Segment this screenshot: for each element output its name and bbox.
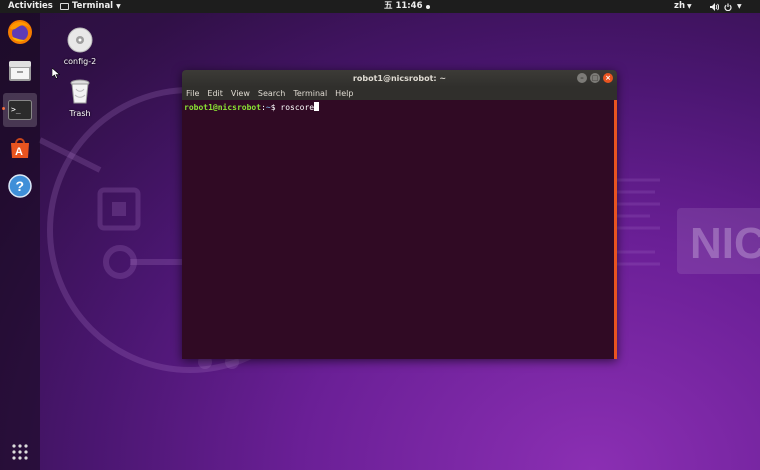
notification-dot-icon [425, 4, 430, 9]
desktop-icon-trash[interactable]: Trash [55, 79, 105, 118]
window-title: robot1@nicsrobot: ~ [352, 74, 447, 83]
disc-icon [67, 27, 93, 53]
top-bar: Activities Terminal ▼ 五 11:46 zh ▼ ▼ [0, 0, 760, 13]
prompt-user: robot1@nicsrobot [184, 103, 262, 112]
terminal-area[interactable]: robot1@nicsrobot:~$ roscore [182, 100, 614, 359]
app-menu[interactable]: Terminal ▼ [60, 0, 121, 13]
close-icon: × [605, 74, 611, 82]
window-titlebar[interactable]: robot1@nicsrobot: ~ – □ × [182, 70, 617, 87]
menu-edit[interactable]: Edit [207, 87, 223, 100]
mouse-pointer-icon [52, 68, 60, 79]
dock-item-terminal[interactable]: >_ [3, 93, 37, 127]
app-menu-label: Terminal [72, 1, 114, 11]
menu-search[interactable]: Search [258, 87, 285, 100]
clock-label: 五 11:46 [384, 1, 423, 11]
caret-down-icon: ▼ [116, 3, 121, 10]
caret-down-icon: ▼ [737, 3, 742, 10]
scrollbar[interactable] [614, 100, 617, 359]
input-method-menu[interactable]: zh ▼ [674, 0, 692, 13]
maximize-icon: □ [591, 74, 599, 82]
activities-button[interactable]: Activities [8, 0, 53, 13]
app-grid-icon [12, 444, 28, 460]
wallpaper-text: NIC [690, 219, 760, 268]
prompt-symbol: $ [270, 103, 276, 112]
minimize-icon: – [580, 74, 584, 82]
menu-view[interactable]: View [231, 87, 250, 100]
dock-item-firefox[interactable] [6, 18, 34, 46]
power-icon [724, 3, 732, 11]
menu-terminal[interactable]: Terminal [293, 87, 327, 100]
menu-help[interactable]: Help [335, 87, 353, 100]
desktop-icon-label: Trash [69, 109, 91, 118]
show-applications-button[interactable] [6, 438, 34, 466]
firefox-icon [8, 20, 32, 44]
command-text: roscore [280, 103, 315, 112]
maximize-button[interactable]: □ [590, 73, 600, 83]
terminal-icon [60, 3, 69, 10]
menu-file[interactable]: File [186, 87, 199, 100]
terminal-window[interactable]: robot1@nicsrobot: ~ – □ × File Edit View… [182, 70, 617, 359]
dock: >_ A ? [0, 13, 40, 470]
volume-icon [710, 2, 719, 11]
menu-bar: File Edit View Search Terminal Help [182, 87, 617, 100]
system-menu[interactable]: ▼ [710, 0, 742, 13]
svg-text:A: A [15, 146, 23, 158]
svg-text:?: ? [16, 178, 25, 194]
dock-item-help[interactable]: ? [6, 172, 34, 200]
caret-down-icon: ▼ [687, 3, 692, 10]
dock-item-software[interactable]: A [6, 134, 34, 162]
files-icon [9, 61, 31, 81]
desktop-icon-config-2[interactable]: config-2 [55, 27, 105, 66]
text-cursor [314, 102, 320, 111]
terminal-icon: >_ [8, 100, 32, 120]
help-icon: ? [8, 174, 32, 198]
trash-icon [70, 79, 90, 104]
software-icon: A [11, 138, 29, 158]
minimize-button[interactable]: – [577, 73, 587, 83]
svg-text:>_: >_ [11, 105, 21, 114]
input-method-label: zh [674, 1, 685, 11]
clock[interactable]: 五 11:46 [384, 0, 430, 13]
dock-item-files[interactable] [6, 57, 34, 85]
desktop-icon-label: config-2 [63, 57, 97, 66]
close-button[interactable]: × [603, 73, 613, 83]
